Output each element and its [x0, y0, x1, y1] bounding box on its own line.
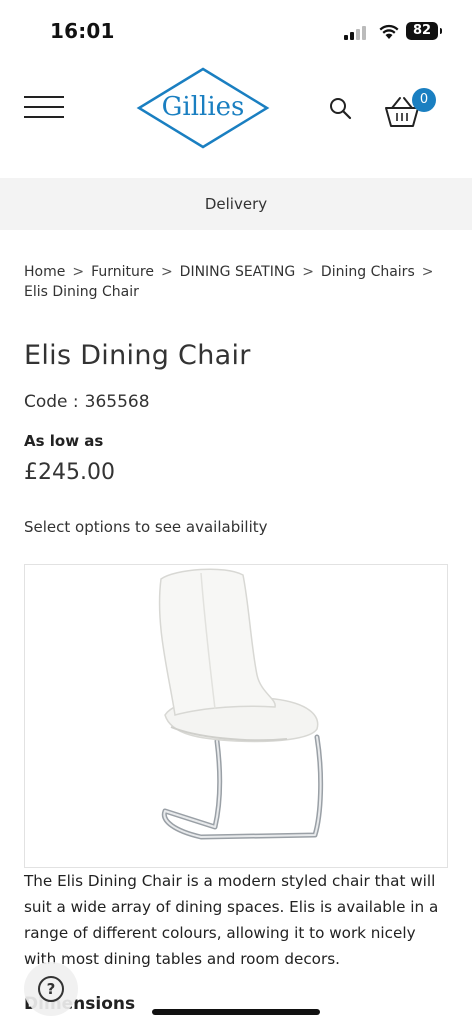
breadcrumb-separator: >	[421, 264, 434, 280]
menu-icon[interactable]	[24, 94, 64, 120]
product-code-value: 365568	[84, 392, 150, 412]
breadcrumb-separator: >	[72, 264, 85, 280]
product-image[interactable]	[24, 564, 448, 868]
price-label: As low as	[24, 432, 104, 450]
availability-message: Select options to see availability	[24, 518, 268, 536]
breadcrumb-separator: >	[302, 264, 314, 280]
status-time: 16:01	[50, 19, 115, 43]
breadcrumb-home[interactable]: Home	[24, 264, 65, 280]
product-code: Code :365568	[24, 392, 150, 412]
signal-icon	[344, 24, 370, 40]
search-icon[interactable]	[328, 96, 352, 120]
wifi-icon	[379, 24, 399, 39]
breadcrumb-furniture[interactable]: Furniture	[91, 264, 154, 280]
product-title: Elis Dining Chair	[24, 340, 251, 371]
status-bar: 16:01 82	[0, 0, 472, 62]
breadcrumb: Home > Furniture > DINING SEATING > Dining Cha…	[24, 262, 444, 302]
logo-text: Gillies	[161, 92, 245, 122]
gillies-logo[interactable]: Gillies	[136, 66, 270, 150]
home-indicator	[152, 1009, 320, 1015]
site-header: Gillies 0	[0, 62, 472, 178]
question-icon: ?	[38, 976, 64, 1002]
product-price: £245.00	[24, 460, 115, 485]
delivery-link[interactable]: Delivery	[0, 178, 472, 230]
chair-illustration	[158, 568, 324, 840]
breadcrumb-dining-chairs[interactable]: Dining Chairs	[321, 264, 415, 280]
product-code-label: Code :	[24, 392, 79, 412]
breadcrumb-separator: >	[160, 264, 173, 280]
breadcrumb-current: Elis Dining Chair	[24, 284, 139, 300]
breadcrumb-dining-seating[interactable]: DINING SEATING	[180, 264, 296, 280]
product-description: The Elis Dining Chair is a modern styled…	[24, 872, 439, 968]
help-button[interactable]: ?	[24, 962, 78, 1016]
basket-button[interactable]: 0	[382, 84, 438, 128]
basket-count-badge: 0	[412, 88, 436, 112]
battery-icon: 82	[406, 22, 442, 40]
